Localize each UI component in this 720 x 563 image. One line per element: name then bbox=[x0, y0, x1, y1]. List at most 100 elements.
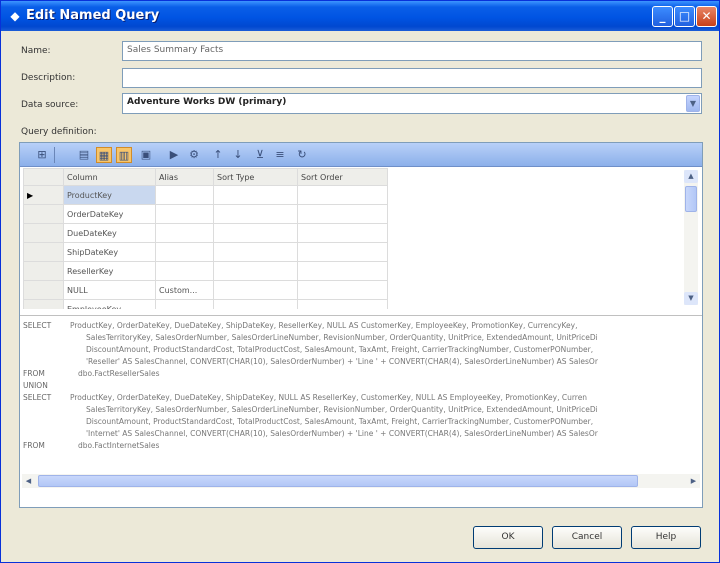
run-icon[interactable]: ▶ bbox=[166, 147, 182, 163]
datasource-select[interactable]: Adventure Works DW (primary) ▼ bbox=[122, 93, 702, 114]
description-label: Description: bbox=[21, 73, 76, 83]
grid-header-alias[interactable]: Alias bbox=[155, 168, 214, 186]
toolbar-separator bbox=[54, 147, 55, 163]
grid-cell-sort-type[interactable] bbox=[213, 299, 298, 309]
title-bar[interactable]: ◆ Edit Named Query _ □ ✕ bbox=[1, 1, 719, 31]
row-selector[interactable] bbox=[23, 261, 64, 281]
table-row[interactable]: ▶ ProductKey bbox=[23, 185, 388, 205]
maximize-button[interactable]: □ bbox=[674, 6, 695, 27]
grid-cell-sort-order[interactable] bbox=[297, 299, 388, 309]
table-row[interactable]: NULL Custom... bbox=[23, 280, 388, 300]
grid-cell-column[interactable]: DueDateKey bbox=[63, 223, 156, 243]
scroll-left-icon[interactable]: ◀ bbox=[22, 474, 35, 488]
sql-keyword: FROM bbox=[23, 369, 45, 378]
chevron-down-icon[interactable]: ▼ bbox=[686, 95, 700, 112]
table-row[interactable]: OrderDateKey bbox=[23, 204, 388, 224]
sql-line: ProductKey, OrderDateKey, DueDateKey, Sh… bbox=[70, 321, 578, 330]
grid-table: Column Alias Sort Type Sort Order ▶ Prod… bbox=[23, 168, 388, 309]
sql-horizontal-scrollbar[interactable]: ◀ ▶ bbox=[22, 474, 700, 488]
sql-keyword: FROM bbox=[23, 441, 45, 450]
sql-keyword: UNION bbox=[23, 381, 48, 390]
grid-cell-sort-type[interactable] bbox=[213, 242, 298, 262]
grid-cell-sort-order[interactable] bbox=[297, 242, 388, 262]
grid-cell-column[interactable]: ProductKey bbox=[63, 185, 156, 205]
scroll-up-icon[interactable]: ▲ bbox=[684, 170, 698, 183]
row-selector[interactable] bbox=[23, 223, 64, 243]
scroll-right-icon[interactable]: ▶ bbox=[687, 474, 700, 488]
grid-cell-column[interactable]: EmployeeKey bbox=[63, 299, 156, 309]
refresh-icon[interactable]: ↻ bbox=[294, 147, 310, 163]
datasource-label: Data source: bbox=[21, 100, 79, 110]
grid-cell-alias[interactable] bbox=[155, 223, 214, 243]
grid-header-sort-type[interactable]: Sort Type bbox=[213, 168, 298, 186]
grid-cell-alias[interactable] bbox=[155, 204, 214, 224]
grid-cell-column[interactable]: ShipDateKey bbox=[63, 242, 156, 262]
grid-cell-column[interactable]: ResellerKey bbox=[63, 261, 156, 281]
verify-sql-icon[interactable]: ⚙ bbox=[186, 147, 202, 163]
close-button[interactable]: ✕ bbox=[696, 6, 717, 27]
app-icon: ◆ bbox=[10, 9, 20, 23]
filter-icon[interactable]: ⊻ bbox=[252, 147, 268, 163]
grid-header-sort-order[interactable]: Sort Order bbox=[297, 168, 388, 186]
sql-keyword: SELECT bbox=[23, 321, 52, 330]
column-grid: Column Alias Sort Type Sort Order ▶ Prod… bbox=[20, 168, 702, 309]
row-selector[interactable]: ▶ bbox=[23, 185, 64, 205]
sort-ascending-icon[interactable]: ↑ bbox=[210, 147, 226, 163]
table-row[interactable]: EmployeeKey bbox=[23, 299, 388, 309]
grid-pane-icon[interactable]: ▦ bbox=[96, 147, 112, 163]
grid-cell-alias[interactable] bbox=[155, 299, 214, 309]
query-toolbar: ⊞ ▤ ▦ ▥ ▣ ▶ ⚙ ↑ ↓ ⊻ ≡ ↻ bbox=[20, 143, 702, 167]
sql-line: DiscountAmount, ProductStandardCost, Tot… bbox=[86, 417, 594, 426]
grid-cell-sort-order[interactable] bbox=[297, 185, 388, 205]
grid-cell-sort-type[interactable] bbox=[213, 204, 298, 224]
sql-line: DiscountAmount, ProductStandardCost, Tot… bbox=[86, 345, 594, 354]
sql-line: SalesTerritoryKey, SalesOrderNumber, Sal… bbox=[86, 405, 598, 414]
diagram-pane-icon[interactable]: ▤ bbox=[76, 147, 92, 163]
grid-cell-sort-type[interactable] bbox=[213, 261, 298, 281]
scroll-thumb[interactable] bbox=[685, 186, 697, 212]
grid-cell-sort-order[interactable] bbox=[297, 204, 388, 224]
sql-pane[interactable]: SELECT ProductKey, OrderDateKey, DueDate… bbox=[20, 315, 702, 490]
row-selector[interactable] bbox=[23, 299, 64, 309]
ok-button[interactable]: OK bbox=[473, 526, 543, 549]
sql-pane-icon[interactable]: ▥ bbox=[116, 147, 132, 163]
grid-cell-alias[interactable] bbox=[155, 261, 214, 281]
datasource-value: Adventure Works DW (primary) bbox=[127, 97, 287, 107]
grid-cell-sort-order[interactable] bbox=[297, 280, 388, 300]
grid-cell-sort-order[interactable] bbox=[297, 223, 388, 243]
sql-keyword: SELECT bbox=[23, 393, 52, 402]
cancel-button[interactable]: Cancel bbox=[552, 526, 622, 549]
sql-line: 'Reseller' AS SalesChannel, CONVERT(CHAR… bbox=[86, 357, 598, 366]
query-panel: ⊞ ▤ ▦ ▥ ▣ ▶ ⚙ ↑ ↓ ⊻ ≡ ↻ Column Alias Sor… bbox=[19, 142, 703, 508]
row-selector[interactable] bbox=[23, 242, 64, 262]
group-by-icon[interactable]: ≡ bbox=[272, 147, 288, 163]
table-row[interactable]: DueDateKey bbox=[23, 223, 388, 243]
row-selector[interactable] bbox=[23, 204, 64, 224]
scroll-down-icon[interactable]: ▼ bbox=[684, 292, 698, 305]
table-row[interactable]: ShipDateKey bbox=[23, 242, 388, 262]
grid-cell-sort-type[interactable] bbox=[213, 185, 298, 205]
grid-cell-column[interactable]: OrderDateKey bbox=[63, 204, 156, 224]
grid-cell-alias[interactable] bbox=[155, 185, 214, 205]
dialog-title: Edit Named Query bbox=[26, 8, 160, 23]
name-input[interactable]: Sales Summary Facts bbox=[122, 41, 702, 61]
sql-line: dbo.FactResellerSales bbox=[78, 369, 160, 378]
grid-vertical-scrollbar[interactable]: ▲ ▼ bbox=[684, 170, 698, 305]
grid-cell-column[interactable]: NULL bbox=[63, 280, 156, 300]
table-row[interactable]: ResellerKey bbox=[23, 261, 388, 281]
grid-cell-alias[interactable]: Custom... bbox=[155, 280, 214, 300]
grid-cell-sort-type[interactable] bbox=[213, 223, 298, 243]
grid-cell-sort-type[interactable] bbox=[213, 280, 298, 300]
help-button[interactable]: Help bbox=[631, 526, 701, 549]
grid-header-column[interactable]: Column bbox=[63, 168, 156, 186]
grid-header-row: Column Alias Sort Type Sort Order bbox=[23, 168, 388, 186]
scroll-thumb[interactable] bbox=[38, 475, 638, 487]
row-selector[interactable] bbox=[23, 280, 64, 300]
add-table-icon[interactable]: ⊞ bbox=[34, 147, 50, 163]
sort-descending-icon[interactable]: ↓ bbox=[230, 147, 246, 163]
results-pane-icon[interactable]: ▣ bbox=[138, 147, 154, 163]
minimize-button[interactable]: _ bbox=[652, 6, 673, 27]
grid-cell-alias[interactable] bbox=[155, 242, 214, 262]
grid-cell-sort-order[interactable] bbox=[297, 261, 388, 281]
description-input[interactable] bbox=[122, 68, 702, 88]
